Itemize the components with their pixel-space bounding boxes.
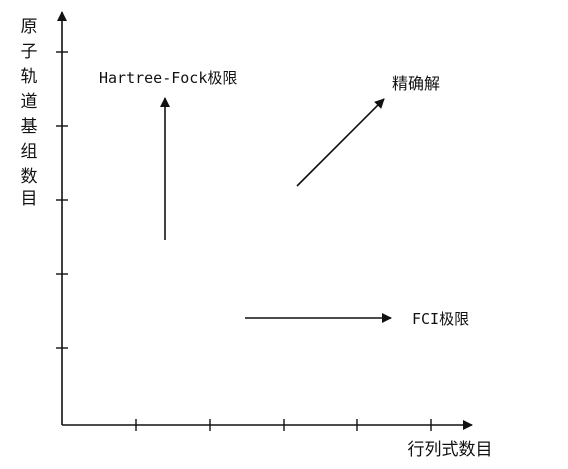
hartree-fock-label-latin: Hartree-Fock [99, 69, 207, 87]
y-axis-label: 原 子 轨 道 基 组 数 目 [21, 17, 38, 209]
y-axis-label-char: 道 [21, 92, 38, 112]
exact-solution-label: 精确解 [392, 74, 440, 93]
fci-label-cjk: 极限 [439, 310, 469, 328]
fci-label-latin: FCI [412, 310, 439, 328]
y-axis-label-char: 目 [21, 189, 38, 209]
hartree-fock-limit-label: Hartree-Fock极限 [99, 69, 237, 87]
x-axis-label: 行列式数目 [408, 440, 493, 460]
y-axis-label-char: 原 [21, 17, 38, 37]
y-axis-label-char: 数 [21, 167, 38, 187]
y-axis-label-char: 基 [21, 117, 38, 137]
basis-set-diagram: 原 子 轨 道 基 组 数 目 行列式数目 Hartree-Fock极限 精确解… [21, 11, 493, 460]
y-axis-label-char: 组 [21, 142, 38, 162]
fci-limit-label: FCI极限 [412, 310, 469, 328]
y-axis-label-char: 轨 [21, 67, 38, 87]
hartree-fock-label-cjk: 极限 [207, 69, 237, 87]
exact-solution-arrow [296, 98, 385, 187]
y-axis-label-char: 子 [21, 42, 38, 62]
